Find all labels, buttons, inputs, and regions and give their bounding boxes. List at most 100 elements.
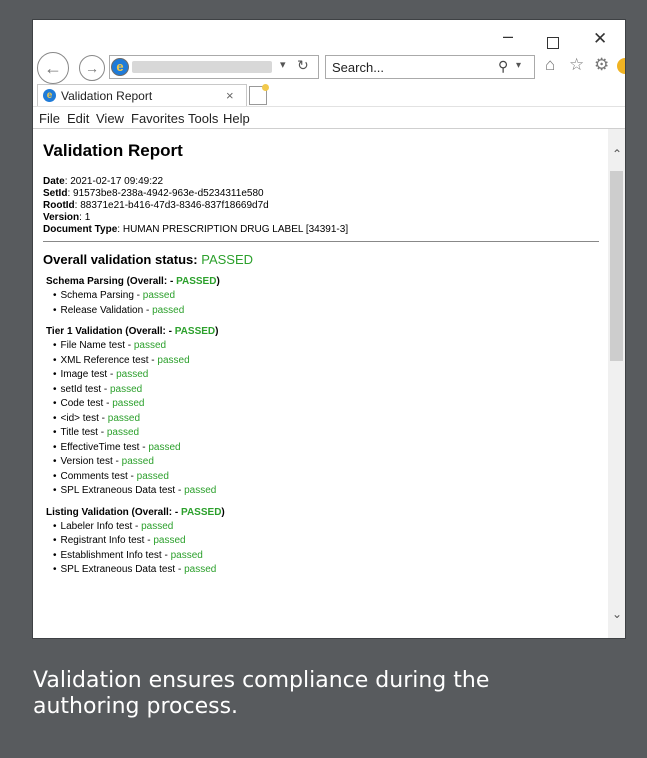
search-box[interactable]: Search... ⚲ ▾ (325, 55, 535, 79)
test-result: passed (184, 564, 217, 575)
test-name: Image test (60, 369, 108, 380)
search-icon[interactable]: ⚲ (498, 58, 508, 75)
list-item: Title test - passed (53, 426, 599, 441)
menu-favorites[interactable]: Favorites (131, 111, 184, 126)
test-result: passed (106, 427, 140, 438)
menu-tools[interactable]: Tools (188, 111, 218, 126)
test-result: passed (116, 369, 149, 380)
menu-file[interactable]: File (39, 111, 60, 126)
section-status: PASSED (176, 276, 217, 287)
overall-status-label: Overall validation status: (43, 252, 198, 267)
chevron-down-icon[interactable]: ▾ (280, 58, 286, 71)
menu-edit[interactable]: Edit (67, 111, 89, 126)
divider (43, 241, 599, 242)
vertical-scrollbar[interactable]: ⌃ ⌄ (608, 129, 625, 638)
chevron-down-icon[interactable]: ⌄ (612, 607, 622, 621)
search-input[interactable]: Search... (332, 60, 384, 75)
test-result: passed (148, 441, 181, 453)
meta-label: Document Type (43, 224, 118, 235)
test-name: <id> test (60, 412, 99, 424)
browser-window: – ✕ ← → ▾ ↻ e Search... ⚲ ▾ ⌂ ☆ ⚙ e Vali… (33, 20, 625, 638)
section-title-label: Tier 1 Validation (Overall: - (46, 326, 172, 337)
favorites-star-icon[interactable]: ☆ (569, 55, 584, 75)
list-item: SPL Extraneous Data test - passed (53, 484, 599, 499)
scrollbar-thumb[interactable] (610, 171, 623, 361)
maximize-icon[interactable] (547, 37, 559, 49)
list-item: Comments test - passed (53, 470, 599, 485)
meta-row: Date: 2021-02-17 09:49:22 (43, 176, 164, 187)
test-result: passed (109, 383, 143, 395)
test-name: Code test (60, 398, 104, 409)
list-item: Version test - passed (53, 455, 599, 470)
caption-text: Validation ensures compliance during the… (33, 668, 490, 719)
new-tab-button[interactable] (249, 84, 269, 105)
gear-icon[interactable]: ⚙ (594, 55, 609, 75)
test-result: passed (107, 412, 141, 424)
meta-value: HUMAN PRESCRIPTION DRUG LABEL [34391-3] (122, 224, 349, 235)
test-result: passed (184, 485, 217, 496)
menu-bar: File Edit View Favorites Tools Help (33, 106, 625, 129)
list-item: <id> test - passed (53, 412, 599, 427)
test-name: Version test (60, 456, 113, 467)
menu-view[interactable]: View (96, 111, 124, 126)
feedback-smiley-icon[interactable] (617, 58, 625, 74)
list-item: Image test - passed (53, 368, 599, 383)
report-metadata: Date: 2021-02-17 09:49:22 SetId: 91573be… (43, 176, 599, 236)
arrow-left-icon: ← (44, 57, 62, 78)
forward-button[interactable]: → (79, 55, 105, 81)
arrow-right-icon: → (85, 60, 99, 76)
chevron-up-icon[interactable]: ⌃ (612, 147, 622, 161)
test-list: Labeler Info test - passedRegistrant Inf… (43, 520, 599, 578)
test-name: Establishment Info test (60, 549, 162, 561)
ie-tab-icon: e (43, 89, 56, 102)
url-redacted (132, 61, 272, 73)
test-list: Schema Parsing - passedRelease Validatio… (43, 289, 599, 318)
test-name: Labeler Info test (60, 520, 133, 532)
list-item: Establishment Info test - passed (53, 549, 599, 564)
home-icon[interactable]: ⌂ (545, 55, 555, 75)
test-result: passed (170, 549, 203, 561)
tab-validation-report[interactable]: e Validation Report × (37, 84, 247, 107)
section-title-label: Schema Parsing (Overall: - (46, 276, 174, 287)
validation-section: Listing Validation (Overall: - PASSED) La… (43, 507, 599, 578)
test-name: Title test (60, 427, 98, 438)
test-result: passed (157, 354, 190, 366)
validation-sections: Schema Parsing (Overall: - PASSED)Schema… (43, 276, 599, 578)
test-name: setId test (60, 383, 102, 395)
test-name: SPL Extraneous Data test (60, 564, 176, 575)
meta-value: 1 (84, 212, 91, 223)
test-name: Comments test (60, 470, 128, 482)
meta-value: 2021-02-17 09:49:22 (70, 176, 164, 187)
list-item: SPL Extraneous Data test - passed (53, 563, 599, 578)
test-name: Schema Parsing (60, 290, 134, 301)
refresh-icon[interactable]: ↻ (297, 57, 309, 74)
test-result: passed (121, 456, 154, 467)
chevron-down-icon[interactable]: ▾ (516, 60, 521, 71)
validation-section: Schema Parsing (Overall: - PASSED)Schema… (43, 276, 599, 318)
list-item: setId test - passed (53, 383, 599, 398)
test-name: Release Validation (60, 304, 144, 316)
test-result: passed (112, 398, 145, 409)
meta-row: Document Type: HUMAN PRESCRIPTION DRUG L… (43, 224, 349, 235)
list-item: XML Reference test - passed (53, 354, 599, 369)
page-content: Validation Report Date: 2021-02-17 09:49… (33, 128, 625, 638)
test-result: passed (136, 470, 169, 482)
section-status: PASSED (181, 506, 222, 518)
test-result: passed (133, 340, 167, 351)
close-icon[interactable]: ✕ (593, 29, 607, 49)
close-tab-icon[interactable]: × (226, 88, 234, 103)
test-name: XML Reference test (60, 354, 149, 366)
ie-logo-icon: e (111, 58, 129, 76)
meta-row: SetId: 91573be8-238a-4942-963e-d5234311e… (43, 188, 264, 199)
test-result: passed (153, 535, 186, 546)
test-name: EffectiveTime test (60, 441, 140, 453)
section-title: Schema Parsing (Overall: - PASSED) (46, 276, 220, 287)
address-bar[interactable]: ▾ ↻ (109, 55, 319, 79)
list-item: Labeler Info test - passed (53, 520, 599, 535)
meta-value: 88371e21-b416-47d3-8346-837f18669d7d (80, 200, 269, 211)
menu-help[interactable]: Help (223, 111, 250, 126)
overall-status-value: PASSED (201, 252, 254, 267)
back-button[interactable]: ← (37, 52, 69, 84)
minimize-icon[interactable]: – (503, 26, 513, 47)
list-item: Code test - passed (53, 397, 599, 412)
